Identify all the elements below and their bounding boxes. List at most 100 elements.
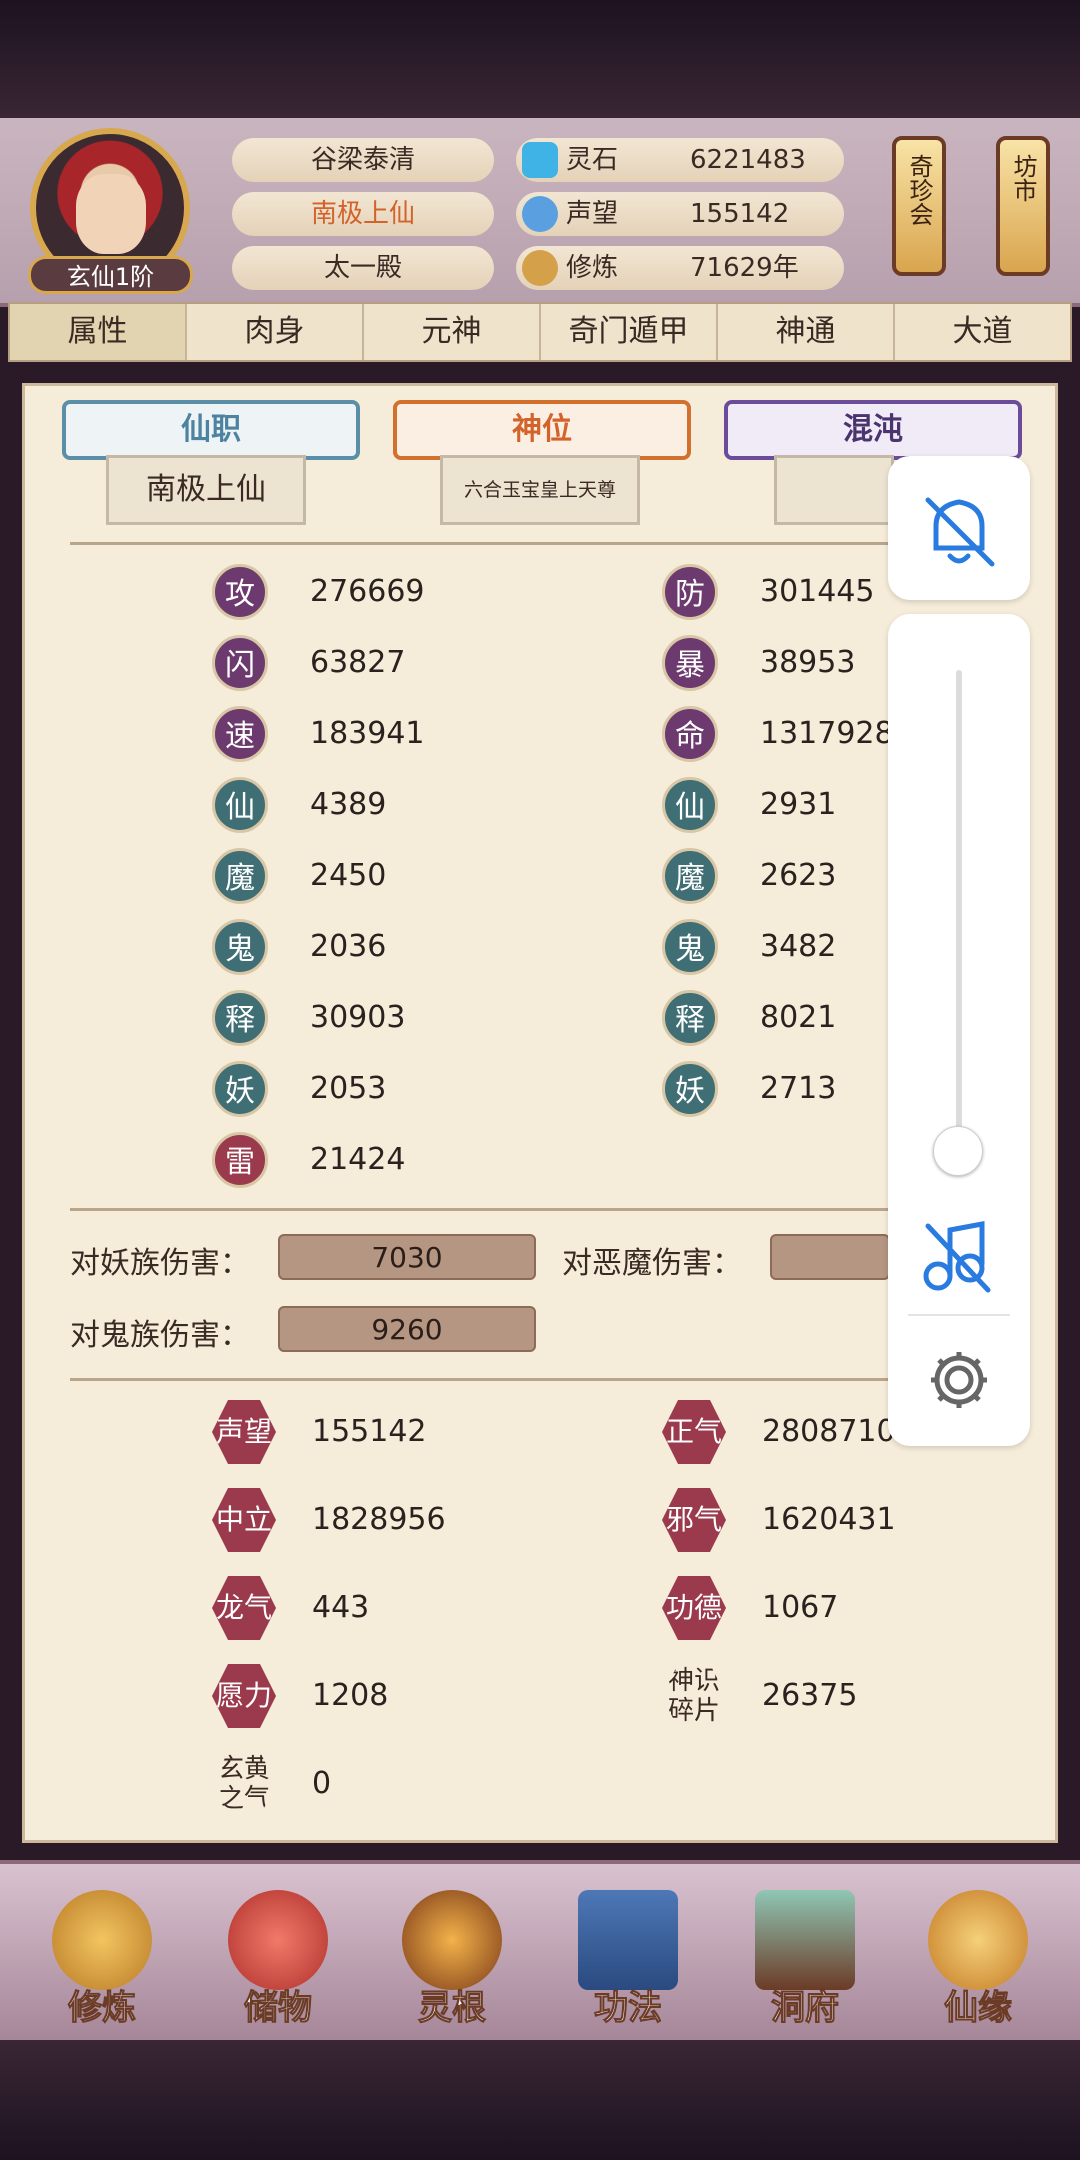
damage-vs-ghost-value: 9260	[278, 1306, 536, 1352]
tab-powers[interactable]: 神通	[718, 304, 895, 360]
stat-badge: 魔	[212, 848, 268, 904]
stat-value: 8021	[760, 1000, 837, 1035]
resource-value: 71629年	[690, 253, 799, 283]
stat-badge: 妖	[212, 1061, 268, 1117]
stat-value: 2713	[760, 1071, 837, 1106]
divider	[70, 1208, 950, 1211]
damage-vs-demon-label: 对恶魔伤害：	[562, 1246, 742, 1281]
lantern-label: 奇珍会	[905, 154, 933, 226]
chaos-value	[774, 455, 894, 525]
lantern-market[interactable]: 坊市	[996, 136, 1050, 276]
stat-value: 63827	[310, 645, 406, 680]
immortal-post-value: 南极上仙	[106, 455, 306, 525]
lantern-treasure-fair[interactable]: 奇珍会	[892, 136, 946, 276]
nav-techniques[interactable]: 功法	[568, 1890, 688, 2030]
stat-value: 21424	[310, 1142, 406, 1177]
tab-dao[interactable]: 大道	[895, 304, 1070, 360]
resource-label: 灵石	[566, 145, 619, 175]
resource-reputation: 声望 155142	[516, 192, 844, 236]
stat-value: 1317928	[760, 716, 894, 751]
stat-value: 2036	[310, 929, 387, 964]
player-title: 南极上仙	[232, 192, 494, 236]
nav-label: 储物	[244, 1988, 313, 2029]
tab-qimen[interactable]: 奇门遁甲	[541, 304, 718, 360]
damage-vs-ghost-label: 对鬼族伤害：	[70, 1318, 250, 1353]
stat-value: 4389	[310, 787, 387, 822]
damage-vs-demon-value	[770, 1234, 890, 1280]
nav-label: 仙缘	[944, 1988, 1013, 2029]
nav-fate[interactable]: 仙缘	[918, 1890, 1038, 2030]
divider	[70, 542, 950, 545]
stat-badge: 鬼	[662, 919, 718, 975]
stat-value: 2931	[760, 787, 837, 822]
volume-card	[888, 614, 1030, 1446]
damage-vs-yao-label: 对妖族伤害：	[70, 1246, 250, 1281]
nav-cave[interactable]: 洞府	[745, 1890, 865, 2030]
reputation-crystal-icon	[522, 196, 558, 232]
stat-badge: 妖	[662, 1061, 718, 1117]
nav-cultivate[interactable]: 修炼	[42, 1890, 162, 2030]
stat-badge: 魔	[662, 848, 718, 904]
cultivate-icon	[52, 1890, 152, 1990]
nav-label: 洞府	[771, 1988, 840, 2029]
rank-badge: 玄仙1阶	[28, 256, 193, 294]
stat-badge: 鬼	[212, 919, 268, 975]
gear-icon[interactable]	[888, 1334, 1030, 1434]
book-icon	[578, 1890, 678, 1990]
rep-value: 443	[312, 1590, 370, 1625]
nav-label: 功法	[594, 1988, 663, 2029]
stat-value: 30903	[310, 1000, 406, 1035]
tab-spirit[interactable]: 元神	[364, 304, 541, 360]
rep-value: 1208	[312, 1678, 389, 1713]
stat-value: 301445	[760, 574, 875, 609]
rep-value: 0	[312, 1766, 332, 1801]
nav-spirit-root[interactable]: 灵根	[392, 1890, 512, 2030]
nav-storage[interactable]: 储物	[218, 1890, 338, 2030]
banner-immortal-post[interactable]: 仙职	[62, 400, 360, 460]
stat-badge: 释	[662, 990, 718, 1046]
rep-value: 1828956	[312, 1502, 446, 1537]
divine-seat-value: 六合玉宝皇上天尊	[440, 455, 640, 525]
lantern-label: 坊市	[1009, 154, 1037, 202]
card-divider	[908, 1314, 1010, 1316]
divider	[70, 1378, 950, 1381]
stat-badge: 闪	[212, 635, 268, 691]
banner-divine-seat[interactable]: 神位	[393, 400, 691, 460]
tab-bar: 属性 肉身 元神 奇门遁甲 神通 大道	[8, 302, 1072, 362]
bottom-area	[0, 2040, 1080, 2160]
stat-value: 276669	[310, 574, 425, 609]
stat-value: 183941	[310, 716, 425, 751]
stat-value: 2623	[760, 858, 837, 893]
banner-chaos[interactable]: 混沌	[724, 400, 1022, 460]
rep-value: 1620431	[762, 1502, 896, 1537]
volume-slider-track[interactable]	[956, 670, 962, 1160]
resource-cultivation: 修炼 71629年	[516, 246, 844, 290]
player-name: 谷梁泰清	[232, 138, 494, 182]
music-off-icon[interactable]	[888, 1194, 1030, 1314]
tab-body[interactable]: 肉身	[187, 304, 364, 360]
nav-label: 修炼	[68, 1988, 137, 2029]
stat-badge: 仙	[212, 777, 268, 833]
stat-badge: 仙	[662, 777, 718, 833]
stat-badge: 攻	[212, 564, 268, 620]
volume-slider-thumb[interactable]	[933, 1126, 983, 1176]
player-sect: 太一殿	[232, 246, 494, 290]
stat-badge: 释	[212, 990, 268, 1046]
bell-off-icon[interactable]	[888, 456, 1030, 600]
gourd-icon	[928, 1890, 1028, 1990]
resource-label: 声望	[566, 199, 619, 229]
stat-value: 3482	[760, 929, 837, 964]
rep-value: 2808710	[762, 1414, 896, 1449]
damage-vs-yao-value: 7030	[278, 1234, 536, 1280]
rep-value: 26375	[762, 1678, 858, 1713]
spirit-root-icon	[402, 1890, 502, 1990]
resource-label: 修炼	[566, 253, 619, 283]
meditation-icon	[522, 250, 558, 286]
top-status-area	[0, 0, 1080, 120]
player-header: 玄仙1阶 谷梁泰清 南极上仙 太一殿 灵石 6221483 声望 155142 …	[0, 118, 1080, 307]
stat-value: 2450	[310, 858, 387, 893]
stat-badge: 暴	[662, 635, 718, 691]
resource-value: 6221483	[690, 145, 806, 175]
tab-attributes[interactable]: 属性	[10, 304, 187, 360]
resource-spirit-stone: 灵石 6221483	[516, 138, 844, 182]
